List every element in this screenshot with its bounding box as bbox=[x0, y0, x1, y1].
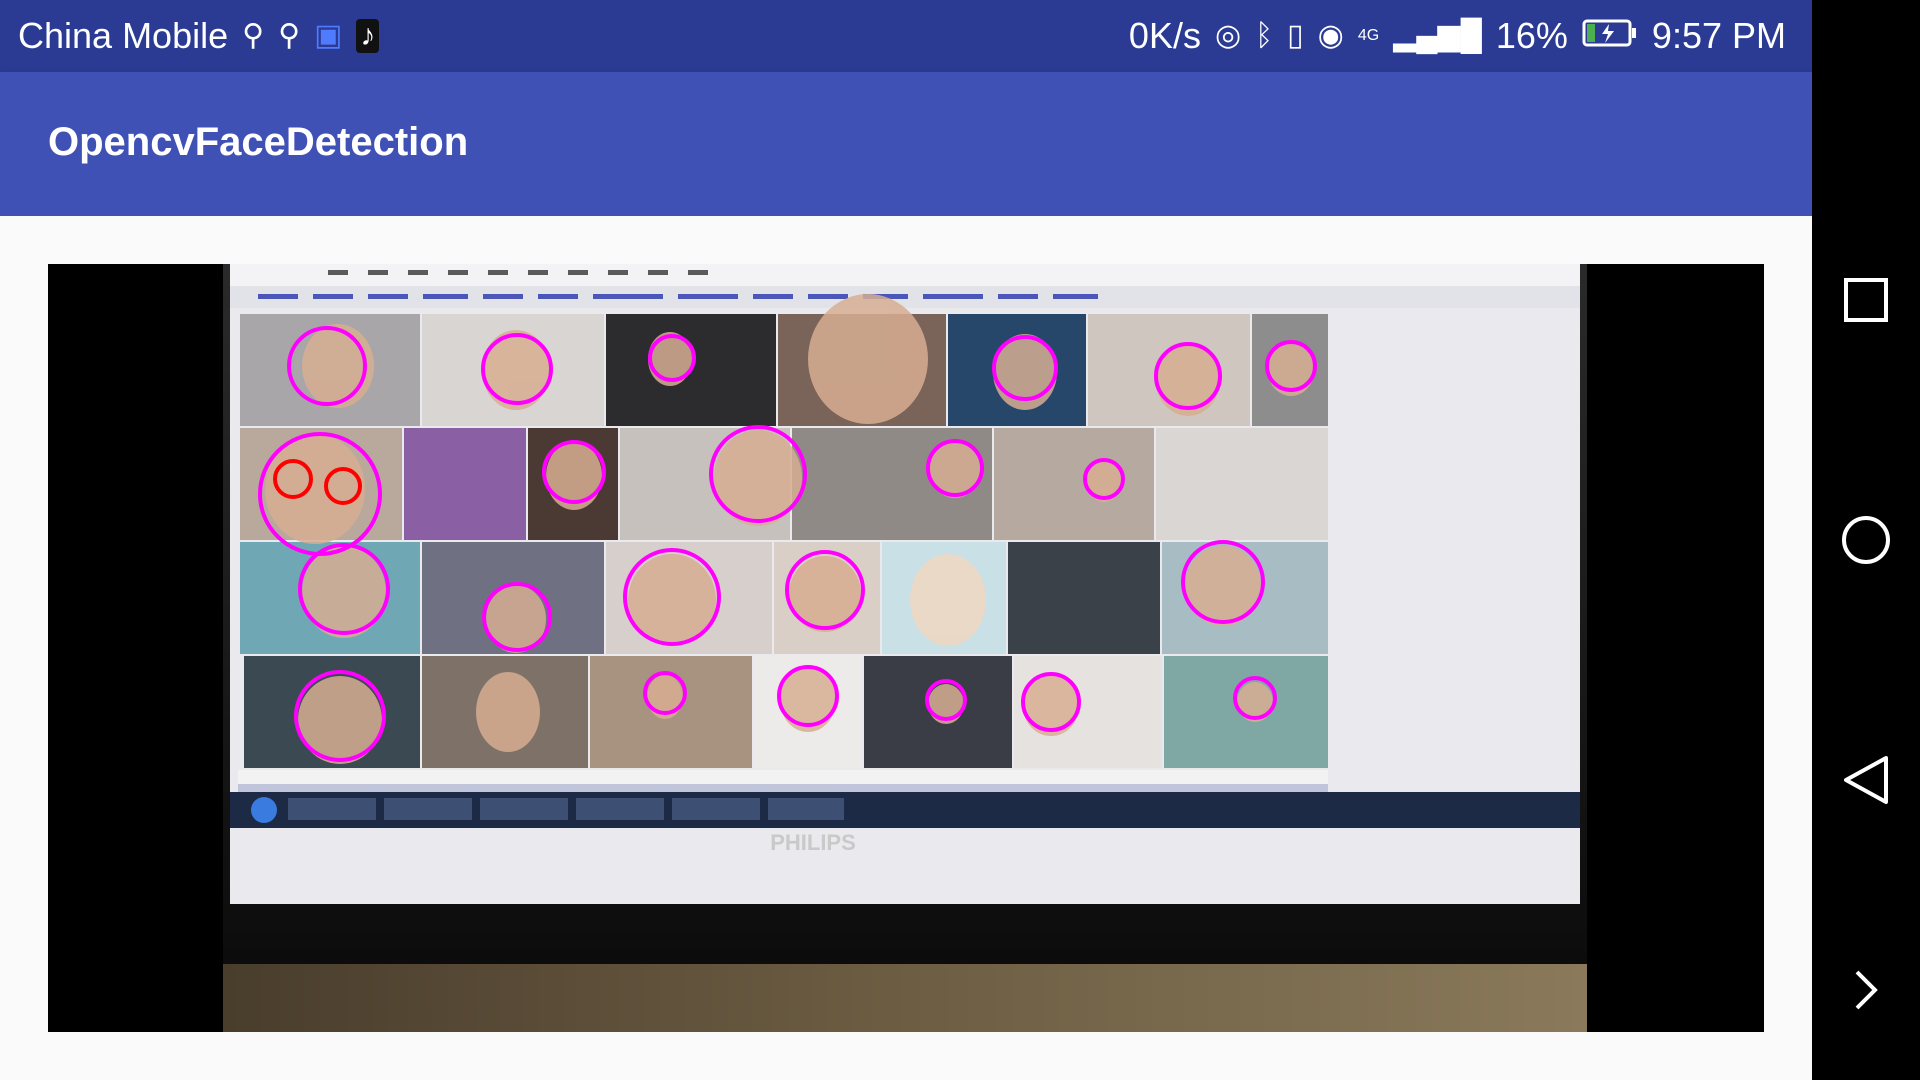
app-icon: ▣ bbox=[314, 19, 343, 52]
battery-level: 16% bbox=[1495, 15, 1568, 56]
next-icon[interactable] bbox=[1812, 936, 1920, 1044]
hotspot-icon: ◎ bbox=[1214, 19, 1242, 52]
battery-charging-icon bbox=[1582, 15, 1638, 57]
signal-icon: ▂▄▆█ bbox=[1393, 19, 1482, 52]
home-icon[interactable] bbox=[1812, 486, 1920, 594]
app-title: OpencvFaceDetection bbox=[48, 120, 469, 164]
navigation-bar bbox=[1812, 0, 1920, 1080]
monitor-brand: PHILIPS bbox=[770, 830, 856, 855]
clock: 9:57 PM bbox=[1651, 15, 1786, 56]
eye-icon: ◉ bbox=[1317, 19, 1344, 52]
tiktok-icon: ♪ bbox=[356, 19, 380, 53]
vibrate-icon: ▯ bbox=[1287, 19, 1304, 52]
content-area: PHILIPS bbox=[0, 216, 1812, 1080]
app-bar: OpencvFaceDetection bbox=[0, 72, 1812, 216]
usb-icon: ⚲ bbox=[242, 19, 265, 52]
network-type: 4G bbox=[1357, 27, 1380, 44]
status-bar: China Mobile ⚲ ⚲ ▣ ♪ 0K/s ◎ ᛒ ▯ ◉ 4G ▂▄▆… bbox=[0, 0, 1812, 72]
bluetooth-icon: ᛒ bbox=[1255, 19, 1274, 52]
carrier-name: China Mobile bbox=[18, 15, 229, 56]
network-speed: 0K/s bbox=[1128, 15, 1201, 56]
camera-preview: PHILIPS bbox=[48, 264, 1764, 1032]
recents-icon[interactable] bbox=[1812, 246, 1920, 354]
android-screen: China Mobile ⚲ ⚲ ▣ ♪ 0K/s ◎ ᛒ ▯ ◉ 4G ▂▄▆… bbox=[0, 0, 1812, 1080]
back-icon[interactable] bbox=[1812, 726, 1920, 834]
usb-icon: ⚲ bbox=[278, 19, 301, 52]
